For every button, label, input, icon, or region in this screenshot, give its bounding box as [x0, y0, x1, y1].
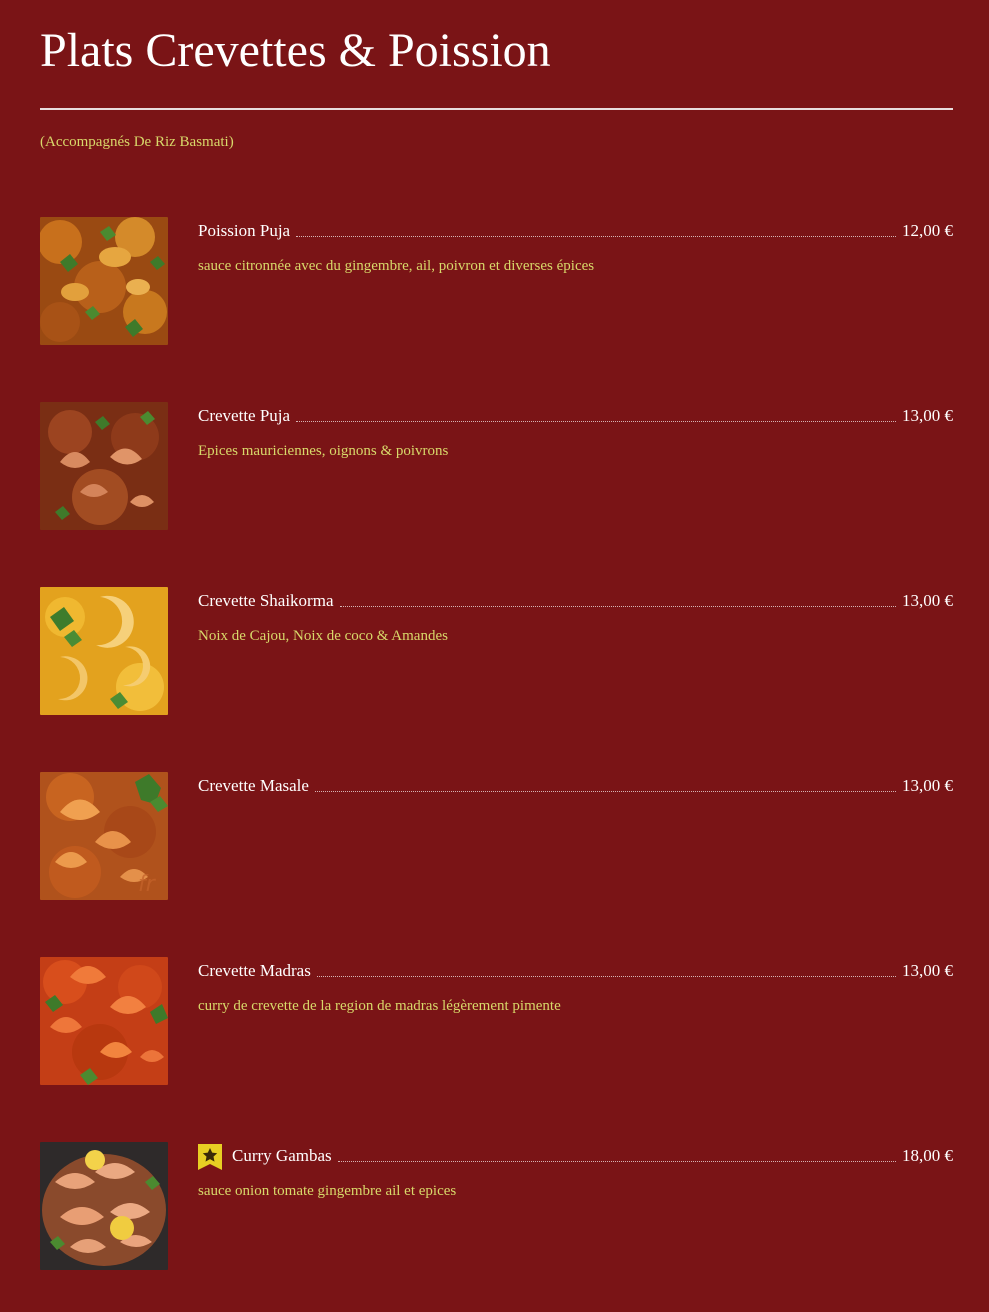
item-description: sauce citronnée avec du gingembre, ail, …: [198, 258, 595, 274]
fish-curry-photo[interactable]: [40, 217, 168, 345]
star-badge-icon: [198, 1144, 222, 1170]
dotted-leader: [316, 975, 896, 977]
item-price: 12,00 €: [902, 221, 953, 240]
item-heading: Crevette Puja 13,00 €: [198, 404, 953, 426]
shrimp-korma-photo[interactable]: [40, 587, 168, 715]
dotted-leader: [314, 790, 896, 792]
item-description: Epices mauriciennes, oignons & poivrons: [198, 443, 449, 459]
item-heading: Crevette Shaikorma 13,00 €: [198, 589, 953, 611]
menu-item[interactable]: Poission Puja 12,00 € sauce citronnée av…: [40, 217, 953, 347]
item-heading: Crevette Masale 13,00 €: [198, 774, 953, 796]
page-title: Plats Crevettes & Poission: [40, 24, 551, 77]
item-name[interactable]: Crevette Shaikorma: [198, 591, 334, 611]
title-divider: [40, 108, 953, 110]
item-name[interactable]: Curry Gambas: [232, 1146, 332, 1166]
item-heading: Crevette Madras 13,00 €: [198, 959, 953, 981]
page-subtitle: (Accompagnés De Riz Basmati): [40, 134, 234, 150]
menu-item[interactable]: Crevette Shaikorma 13,00 € Noix de Cajou…: [40, 587, 953, 717]
item-name[interactable]: Poission Puja: [198, 221, 290, 241]
item-price: 18,00 €: [902, 1146, 953, 1165]
item-description: sauce onion tomate gingembre ail et epic…: [198, 1183, 457, 1199]
item-price: 13,00 €: [902, 591, 953, 610]
item-heading: Curry Gambas 18,00 €: [198, 1144, 953, 1170]
item-price: 13,00 €: [902, 776, 953, 795]
item-price: 13,00 €: [902, 406, 953, 425]
menu-item[interactable]: Crevette Puja 13,00 € Epices mauricienne…: [40, 402, 953, 532]
gambas-curry-photo[interactable]: [40, 1142, 168, 1270]
dotted-leader: [339, 605, 896, 607]
item-description: Noix de Cajou, Noix de coco & Amandes: [198, 628, 448, 644]
menu-item[interactable]: Crevette Madras 13,00 € curry de crevett…: [40, 957, 953, 1087]
menu-item[interactable]: Crevette Masale 13,00 €: [40, 772, 953, 902]
item-name[interactable]: Crevette Puja: [198, 406, 290, 426]
item-price: 13,00 €: [902, 961, 953, 980]
shrimp-curry-photo[interactable]: [40, 402, 168, 530]
dotted-leader: [337, 1160, 896, 1162]
watermark: fr: [138, 872, 155, 897]
item-name[interactable]: Crevette Madras: [198, 961, 311, 981]
dotted-leader: [296, 235, 896, 237]
item-description: curry de crevette de la region de madras…: [198, 998, 561, 1014]
shrimp-madras-photo[interactable]: [40, 957, 168, 1085]
item-name[interactable]: Crevette Masale: [198, 776, 309, 796]
menu-item[interactable]: Curry Gambas 18,00 € sauce onion tomate …: [40, 1142, 953, 1272]
dotted-leader: [296, 420, 896, 422]
item-heading: Poission Puja 12,00 €: [198, 219, 953, 241]
